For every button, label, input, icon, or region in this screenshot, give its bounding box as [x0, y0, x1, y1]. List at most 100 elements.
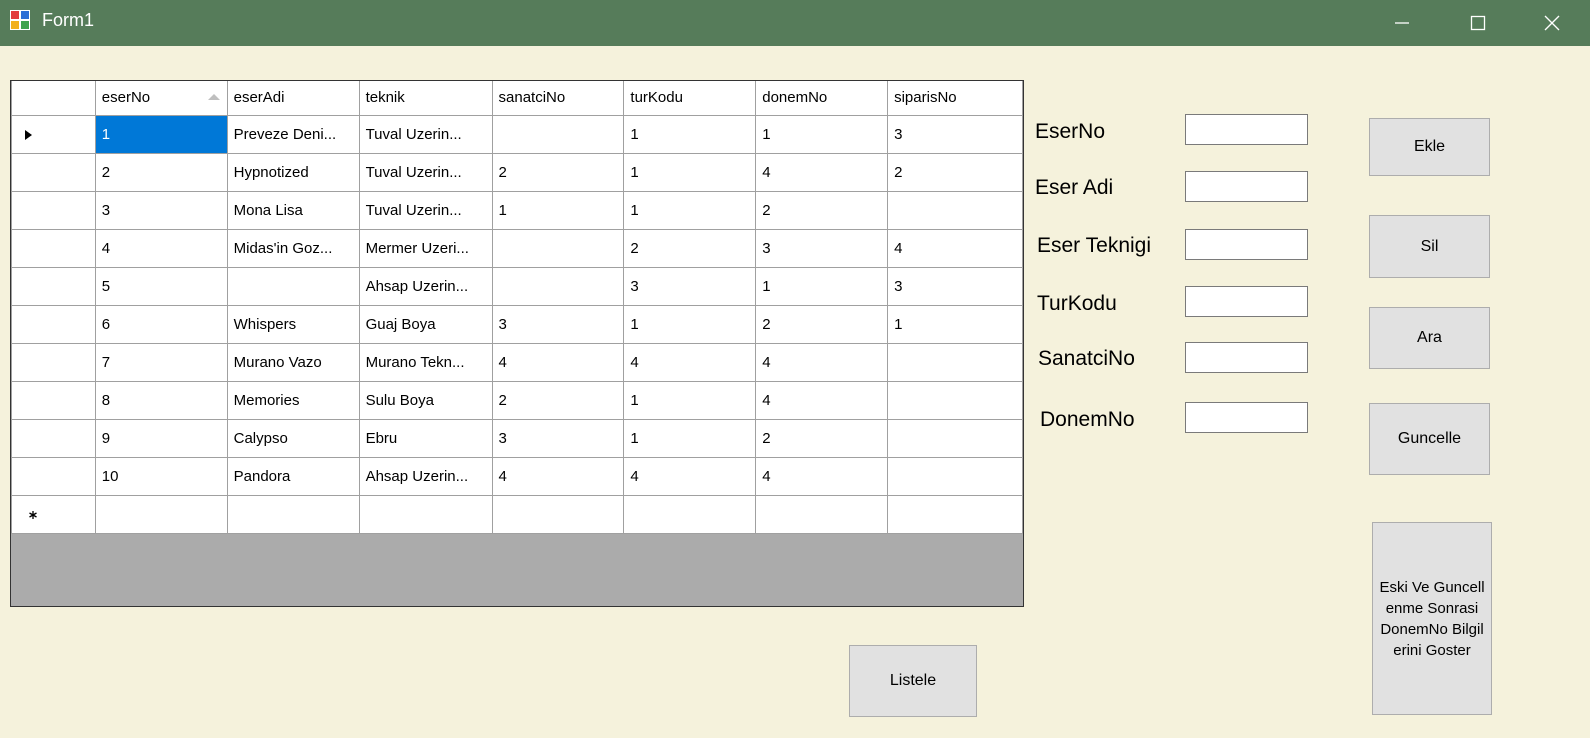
table-cell-turkodu[interactable]: 2 [623, 228, 757, 268]
table-cell-siparisno[interactable]: 4 [887, 228, 1023, 268]
table-row[interactable]: 4 Midas'in Goz... Mermer Uzeri... 2 3 4 [11, 228, 1023, 268]
listele-button[interactable]: Listele [849, 645, 977, 717]
table-row[interactable]: 8 Memories Sulu Boya 2 1 4 [11, 380, 1023, 420]
column-header-turkodu[interactable]: turKodu [623, 81, 757, 116]
table-cell-eseradi[interactable] [226, 266, 360, 306]
table-cell-siparisno[interactable] [887, 342, 1023, 382]
table-cell-donemno[interactable]: 2 [755, 304, 889, 344]
table-row[interactable]: 2 Hypnotized Tuval Uzerin... 2 1 4 2 [11, 152, 1023, 192]
sil-button[interactable]: Sil [1369, 215, 1490, 278]
new-row-cell[interactable] [491, 494, 625, 534]
table-cell-eseradi[interactable]: Mona Lisa [226, 190, 360, 230]
table-cell-sanatcino[interactable]: 2 [491, 152, 625, 192]
table-cell-turkodu[interactable]: 1 [623, 380, 757, 420]
table-cell-sanatcino[interactable] [491, 266, 625, 306]
table-cell-eserno[interactable]: 4 [94, 228, 228, 268]
eser-teknigi-input[interactable] [1185, 229, 1308, 260]
table-cell-turkodu[interactable]: 1 [623, 304, 757, 344]
table-cell-turkodu[interactable]: 4 [623, 342, 757, 382]
row-header-cell[interactable] [11, 456, 96, 496]
row-header-cell[interactable] [11, 114, 96, 154]
table-cell-eseradi[interactable]: Preveze Deni... [226, 114, 360, 154]
column-header-eseradi[interactable]: eserAdi [226, 81, 360, 116]
table-cell-eserno[interactable]: 6 [94, 304, 228, 344]
table-cell-turkodu[interactable]: 4 [623, 456, 757, 496]
row-header-cell[interactable] [11, 266, 96, 306]
table-cell-eseradi[interactable]: Hypnotized [226, 152, 360, 192]
table-row[interactable]: 6 Whispers Guaj Boya 3 1 2 1 [11, 304, 1023, 344]
table-cell-teknik[interactable]: Tuval Uzerin... [358, 152, 493, 192]
table-cell-turkodu[interactable]: 3 [623, 266, 757, 306]
eser-data-grid[interactable]: eserNo eserAdi teknik sanatciNo turKodu … [10, 80, 1024, 607]
table-cell-siparisno[interactable]: 3 [887, 114, 1023, 154]
table-cell-sanatcino[interactable]: 1 [491, 190, 625, 230]
table-row[interactable]: 10 Pandora Ahsap Uzerin... 4 4 4 [11, 456, 1023, 496]
table-cell-siparisno[interactable] [887, 190, 1023, 230]
table-row[interactable]: 7 Murano Vazo Murano Tekn... 4 4 4 [11, 342, 1023, 382]
new-row-cell[interactable] [755, 494, 889, 534]
row-header-cell[interactable] [11, 152, 96, 192]
table-cell-donemno[interactable]: 3 [755, 228, 889, 268]
row-header-cell[interactable] [11, 418, 96, 458]
eserno-input[interactable] [1185, 114, 1308, 145]
new-row-cell[interactable] [887, 494, 1023, 534]
table-cell-teknik[interactable]: Murano Tekn... [358, 342, 493, 382]
new-row-cell[interactable] [94, 494, 228, 534]
table-cell-eserno[interactable]: 9 [94, 418, 228, 458]
table-cell-sanatcino[interactable]: 4 [491, 456, 625, 496]
row-header-cell[interactable] [11, 342, 96, 382]
row-header-cell[interactable] [11, 190, 96, 230]
table-cell-siparisno[interactable]: 2 [887, 152, 1023, 192]
table-cell-sanatcino[interactable] [491, 228, 625, 268]
table-cell-teknik[interactable]: Mermer Uzeri... [358, 228, 493, 268]
table-cell-eserno[interactable]: 8 [94, 380, 228, 420]
minimize-button[interactable] [1364, 0, 1440, 46]
new-row-cell[interactable] [226, 494, 360, 534]
table-row[interactable]: 3 Mona Lisa Tuval Uzerin... 1 1 2 [11, 190, 1023, 230]
table-cell-eserno[interactable]: 10 [94, 456, 228, 496]
table-cell-eseradi[interactable]: Murano Vazo [226, 342, 360, 382]
table-cell-eserno[interactable]: 3 [94, 190, 228, 230]
table-cell-siparisno[interactable]: 1 [887, 304, 1023, 344]
table-cell-sanatcino[interactable]: 3 [491, 304, 625, 344]
table-cell-eseradi[interactable]: Pandora [226, 456, 360, 496]
new-row-cell[interactable] [623, 494, 757, 534]
table-cell-sanatcino[interactable]: 3 [491, 418, 625, 458]
table-cell-siparisno[interactable]: 3 [887, 266, 1023, 306]
column-header-eserno[interactable]: eserNo [94, 81, 228, 116]
ara-button[interactable]: Ara [1369, 307, 1490, 369]
table-cell-donemno[interactable]: 1 [755, 114, 889, 154]
table-cell-eseradi[interactable]: Memories [226, 380, 360, 420]
table-cell-turkodu[interactable]: 1 [623, 418, 757, 458]
top-left-header-cell[interactable] [11, 81, 96, 116]
table-cell-turkodu[interactable]: 1 [623, 152, 757, 192]
table-cell-eserno[interactable]: 5 [94, 266, 228, 306]
table-row[interactable]: 9 Calypso Ebru 3 1 2 [11, 418, 1023, 458]
table-cell-donemno[interactable]: 4 [755, 456, 889, 496]
table-cell-sanatcino[interactable]: 4 [491, 342, 625, 382]
table-cell-donemno[interactable]: 2 [755, 190, 889, 230]
table-cell-teknik[interactable]: Sulu Boya [358, 380, 493, 420]
table-cell-turkodu[interactable]: 1 [623, 190, 757, 230]
guncelle-button[interactable]: Guncelle [1369, 403, 1490, 475]
table-cell-donemno[interactable]: 1 [755, 266, 889, 306]
column-header-sanatcino[interactable]: sanatciNo [491, 81, 625, 116]
table-cell-teknik[interactable]: Tuval Uzerin... [358, 190, 493, 230]
table-cell-teknik[interactable]: Tuval Uzerin... [358, 114, 493, 154]
new-row-cell[interactable] [358, 494, 493, 534]
table-cell-donemno[interactable]: 4 [755, 152, 889, 192]
table-row[interactable]: 5 Ahsap Uzerin... 3 1 3 [11, 266, 1023, 306]
table-cell-donemno[interactable]: 2 [755, 418, 889, 458]
table-cell-eseradi[interactable]: Whispers [226, 304, 360, 344]
table-cell-turkodu[interactable]: 1 [623, 114, 757, 154]
table-cell-donemno[interactable]: 4 [755, 380, 889, 420]
table-row[interactable]: 1 Preveze Deni... Tuval Uzerin... 1 1 3 [11, 114, 1023, 154]
table-cell-teknik[interactable]: Ahsap Uzerin... [358, 456, 493, 496]
new-row[interactable] [11, 494, 1023, 534]
column-header-teknik[interactable]: teknik [358, 81, 493, 116]
sanatcino-input[interactable] [1185, 342, 1308, 373]
donemno-input[interactable] [1185, 402, 1308, 433]
table-cell-eserno[interactable]: 2 [94, 152, 228, 192]
table-cell-sanatcino[interactable]: 2 [491, 380, 625, 420]
maximize-button[interactable] [1440, 0, 1516, 46]
